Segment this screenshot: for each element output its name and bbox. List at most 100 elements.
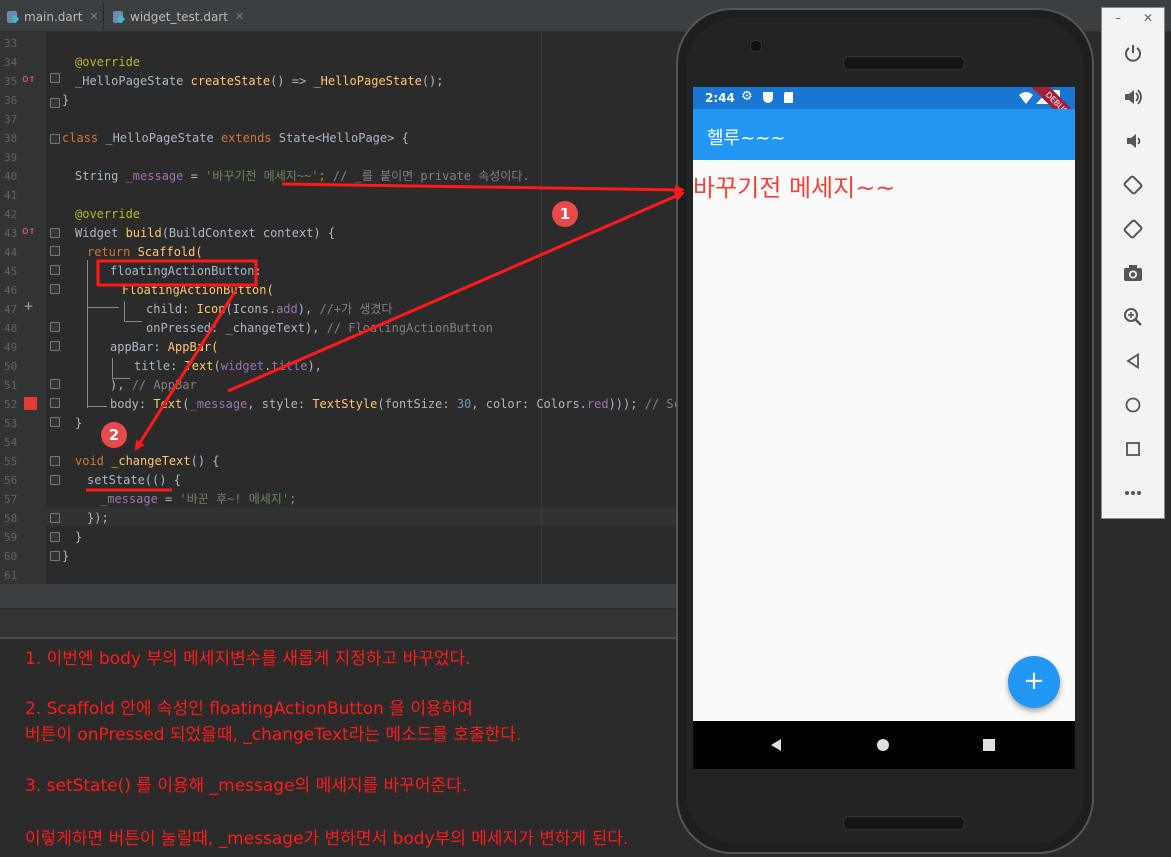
power-icon[interactable] (1116, 38, 1150, 68)
indent-guide (87, 307, 119, 308)
line-number: 44 (4, 246, 18, 259)
fold-icon[interactable] (50, 322, 60, 332)
color-swatch-icon[interactable] (24, 397, 37, 410)
fold-icon[interactable] (50, 398, 60, 408)
line-number: 57 (4, 493, 18, 506)
fold-icon[interactable] (50, 246, 60, 256)
phone-screen[interactable]: 2:44 ⚙ DEBUG 헬루~~~ 바꾸기전 메세지~~ + (693, 87, 1075, 769)
line-number: 45 (4, 265, 18, 278)
line-number: 36 (4, 94, 18, 107)
line-number: 40 (4, 170, 18, 183)
line-number: 60 (4, 550, 18, 563)
dart-file-icon (112, 10, 125, 24)
code-line: void _changeText() { (75, 454, 220, 468)
overview-icon[interactable] (983, 739, 995, 751)
dart-file-icon (6, 10, 19, 24)
fold-icon[interactable] (50, 73, 60, 83)
line-number: 47 (4, 303, 18, 316)
home-icon[interactable] (1116, 390, 1150, 420)
annotation-panel: 1. 이번엔 body 부의 메세지변수를 새롭게 지정하고 바꾸었다. 2. … (0, 637, 676, 857)
line-number: 33 (4, 37, 18, 50)
badge-2: 2 (101, 422, 127, 448)
fold-icon[interactable] (50, 228, 60, 238)
code-line: _HelloPageState createState() => _HelloP… (75, 74, 444, 88)
override-marker-icon[interactable]: o↑ (22, 72, 35, 85)
code-line: return Scaffold( (87, 245, 203, 259)
fold-icon[interactable] (50, 134, 60, 144)
back-icon[interactable] (1116, 346, 1150, 376)
tab-widget-test-dart[interactable]: widget_test.dart ✕ (103, 3, 244, 30)
fold-icon[interactable] (50, 513, 60, 523)
back-icon[interactable] (769, 738, 783, 752)
fold-icon[interactable] (50, 475, 60, 485)
fold-icon[interactable] (50, 456, 60, 466)
status-time: 2:44 (705, 91, 735, 105)
fold-icon[interactable] (50, 417, 60, 427)
fold-icon[interactable] (50, 379, 60, 389)
close-icon[interactable]: ✕ (89, 10, 98, 23)
fold-icon[interactable] (50, 265, 60, 275)
minimize-icon[interactable]: – (1115, 11, 1121, 25)
line-number: 48 (4, 322, 18, 335)
fold-icon[interactable] (50, 551, 60, 561)
wifi-icon (1019, 92, 1033, 104)
rotate-right-icon[interactable] (1116, 214, 1150, 244)
fold-icon[interactable] (50, 341, 60, 351)
add-icon: + (24, 297, 34, 315)
android-nav-bar (693, 721, 1075, 769)
tab-main-dart[interactable]: main.dart ✕ (6, 3, 99, 30)
note-3: 3. setState() 를 이용해 _message의 메세지를 바꾸어준다… (25, 776, 468, 796)
note-4: 이렇게하면 버튼이 눌릴때, _message가 변하면서 body부의 메세지… (25, 829, 629, 849)
add-icon: + (1023, 666, 1045, 696)
badge-1: 1 (552, 201, 578, 227)
shield-icon (763, 92, 773, 103)
line-number: 53 (4, 417, 18, 430)
more-icon[interactable] (1116, 478, 1150, 508)
line-number: 59 (4, 531, 18, 544)
line-number: 61 (4, 569, 18, 582)
close-icon[interactable]: ✕ (1143, 11, 1153, 25)
app-bar: 헬루~~~ (693, 109, 1075, 160)
right-margin-guide (541, 32, 542, 584)
code-line: } (75, 530, 83, 544)
tab-label: main.dart (24, 9, 83, 24)
override-marker-icon[interactable]: o↑ (22, 224, 35, 237)
code-line: Widget build(BuildContext context) { (75, 226, 336, 240)
close-icon[interactable]: ✕ (235, 10, 244, 23)
note-2b: 버튼이 onPressed 되었을때, _changeText라는 메소드를 호… (25, 725, 522, 745)
emulator-toolbar: – ✕ (1101, 7, 1165, 519)
camera-icon[interactable] (1116, 258, 1150, 288)
body-message-text: 바꾸기전 메세지~~ (693, 174, 896, 202)
note-1: 1. 이번엔 body 부의 메세지변수를 새롭게 지정하고 바꾸었다. (25, 649, 471, 669)
line-number: 50 (4, 360, 18, 373)
home-icon[interactable] (877, 739, 889, 751)
code-line: child: Icon(Icons.add), //+가 생겼다 (146, 302, 393, 316)
indent-guide (124, 321, 142, 322)
overview-icon[interactable] (1116, 434, 1150, 464)
current-line-highlight (46, 507, 676, 526)
volume-up-icon[interactable] (1116, 82, 1150, 112)
code-line: _message = '바꾼 후~! 메세지'; (100, 492, 297, 506)
line-number: 37 (4, 113, 18, 126)
line-number: 56 (4, 474, 18, 487)
fold-icon[interactable] (50, 532, 60, 542)
code-line: title: Text(widget.title), (134, 359, 322, 373)
code-editor[interactable]: 33 34 35 36 37 38 39 40 41 42 43 44 45 46 47 48 49 50 51 52… (0, 32, 724, 584)
code-line: setState(() { (87, 473, 181, 487)
indent-guide (112, 358, 113, 378)
rotate-left-icon[interactable] (1116, 170, 1150, 200)
volume-down-icon[interactable] (1116, 126, 1150, 156)
fold-icon[interactable] (50, 284, 60, 294)
fold-icon[interactable] (50, 98, 60, 108)
code-line: }); (87, 511, 109, 525)
line-number: 42 (4, 208, 18, 221)
line-number: 51 (4, 379, 18, 392)
code-line: body: Text(_message, style: TextStyle(fo… (110, 397, 724, 411)
line-number: 54 (4, 436, 18, 449)
code-line: } (62, 93, 70, 107)
zoom-icon[interactable] (1116, 302, 1150, 332)
sd-card-icon (784, 92, 793, 103)
floating-action-button[interactable]: + (1008, 656, 1060, 708)
code-line: @override (75, 55, 141, 69)
code-line: } (62, 549, 70, 563)
